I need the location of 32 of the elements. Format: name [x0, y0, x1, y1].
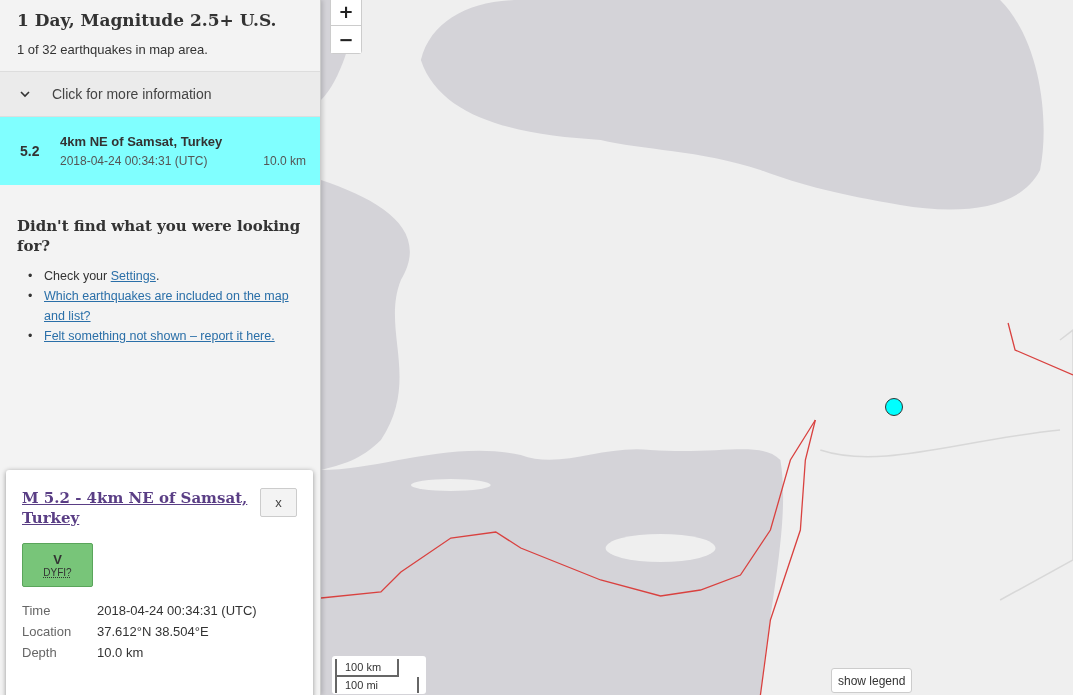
- help-text: Check your Settings.: [44, 268, 160, 285]
- zoom-out-button[interactable]: −: [331, 25, 361, 53]
- show-legend-button[interactable]: show legend: [831, 668, 913, 693]
- settings-link[interactable]: Settings: [110, 269, 156, 283]
- bullet-mark: •: [28, 288, 34, 305]
- magnitude-text: 5.2: [20, 143, 41, 159]
- detail-label: Time: [22, 602, 52, 618]
- more-info-toggle[interactable]: Click for more information: [0, 72, 320, 117]
- event-title-link[interactable]: M 5.2 - 4km NE of Samsat, Turkey: [22, 488, 250, 529]
- bullet-mark: •: [28, 268, 34, 285]
- help-link[interactable]: Which earthquakes are included on the map and list?: [44, 286, 310, 326]
- intensity-text: V: [53, 551, 62, 567]
- detail-label: Depth: [22, 644, 58, 660]
- dyfi-label: DYFI?: [43, 566, 72, 578]
- time-text: 2018-04-24 00:34:31 (UTC): [60, 154, 208, 168]
- detail-value: 10.0 km: [97, 644, 145, 660]
- detail-value: 2018-04-24 00:34:31 (UTC): [97, 602, 258, 618]
- dyfi-badge[interactable]: V DYFI?: [22, 542, 93, 587]
- chevron-icon: [20, 90, 30, 98]
- place-text: 4km NE of Samsat, Turkey: [60, 134, 224, 149]
- scale-label: 100 mi: [335, 677, 419, 693]
- earthquake-item[interactable]: 5.2 4km NE of Samsat, Turkey 2018-04-24 00:34:31 (UTC) 10.0 km: [0, 117, 320, 185]
- help-heading: Didn't find what you were looking for?: [17, 217, 302, 256]
- scale-label: 100 km: [335, 659, 399, 677]
- depth-text: 10.0 km: [263, 154, 306, 168]
- earthquake-count: 1 of 32 earthquakes in map area.: [17, 42, 209, 57]
- bullet-mark: •: [28, 328, 34, 345]
- close-button[interactable]: x: [260, 488, 297, 517]
- help-link[interactable]: Felt something not shown – report it here.: [44, 326, 275, 346]
- detail-label: Location: [22, 623, 73, 639]
- detail-value: 37.612°N 38.504°E: [97, 623, 210, 639]
- list-title: 1 Day, Magnitude 2.5+ U.S.: [17, 10, 278, 30]
